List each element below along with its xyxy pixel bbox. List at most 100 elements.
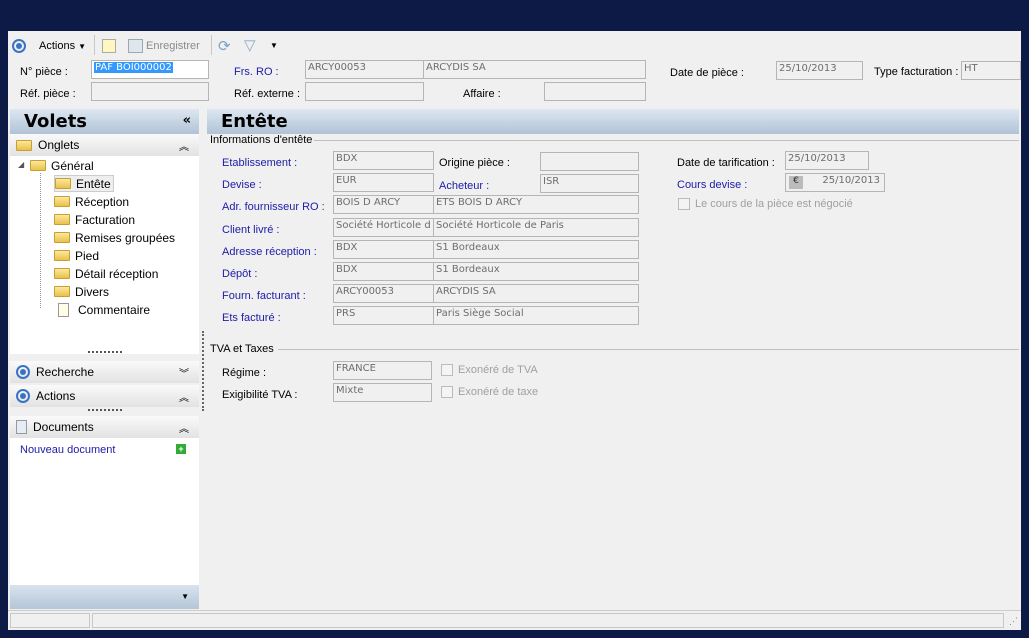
actions-panel-label: Actions xyxy=(36,389,76,403)
tree-item-remises[interactable]: Remises groupées xyxy=(54,229,175,246)
recherche-label: Recherche xyxy=(36,365,95,379)
filter-icon[interactable]: ▽ xyxy=(244,36,256,54)
tree-item-general[interactable]: Général xyxy=(30,157,94,174)
vertical-splitter[interactable] xyxy=(202,331,204,411)
chevron-up-icon[interactable]: ︽ xyxy=(179,389,189,404)
chevron-up-icon[interactable]: ︽ xyxy=(179,420,189,435)
documents-label: Documents xyxy=(33,420,94,434)
refresh-icon[interactable]: ⟳ xyxy=(218,37,231,55)
row-label[interactable]: Devise : xyxy=(222,179,262,191)
sidebar-footer: ▼ xyxy=(10,585,199,609)
exo-tva-checkbox[interactable]: Exonéré de TVA xyxy=(441,364,538,376)
onglets-section[interactable]: Onglets ︽ xyxy=(10,134,199,156)
row-label[interactable]: Adresse réception : xyxy=(222,246,317,258)
row-name-field[interactable]: ARCYDIS SA xyxy=(433,284,639,304)
save-label: Enregistrer xyxy=(146,40,200,52)
row-label[interactable]: Ets facturé : xyxy=(222,312,281,324)
origine-field[interactable] xyxy=(540,152,639,171)
folder-icon xyxy=(16,139,32,151)
row-label[interactable]: Adr. fournisseur RO : xyxy=(222,201,325,213)
folder-icon xyxy=(30,160,46,171)
row-code-field[interactable]: PRS xyxy=(333,306,434,326)
cours-label[interactable]: Cours devise : xyxy=(677,179,747,191)
actions-section[interactable]: Actions ︽ xyxy=(10,385,199,407)
actions-menu[interactable]: Actions ▼ xyxy=(12,36,86,56)
collapse-icon[interactable]: « xyxy=(183,113,191,128)
exo-taxe-checkbox[interactable]: Exonéré de taxe xyxy=(441,386,538,398)
acheteur-label[interactable]: Acheteur : xyxy=(439,180,489,192)
onglets-label: Onglets xyxy=(38,138,80,152)
dropdown-arrow-icon: ▼ xyxy=(78,41,86,51)
num-piece-label: N° pièce : xyxy=(20,66,68,78)
num-piece-field[interactable]: PAF BOI000002 xyxy=(91,60,209,79)
tree-label: Entête xyxy=(76,176,111,191)
splitter[interactable] xyxy=(88,351,122,353)
documents-panel: Nouveau document + xyxy=(10,438,199,585)
chevron-down-icon[interactable]: ︾ xyxy=(179,365,189,380)
sidebar-title: Volets xyxy=(24,111,88,132)
row-name-field[interactable]: Paris Siège Social xyxy=(433,306,639,326)
chevron-up-icon[interactable]: ︽ xyxy=(179,138,189,153)
row-label[interactable]: Etablissement : xyxy=(222,157,297,169)
actions-panel-icon xyxy=(16,389,30,403)
exig-field[interactable]: Mixte xyxy=(333,383,432,402)
cours-value: 25/10/2013 xyxy=(822,175,880,186)
row-code-field[interactable]: Société Horticole d xyxy=(333,217,434,237)
tree-label: Réception xyxy=(75,194,130,209)
group-header-tva: TVA et Taxes xyxy=(210,343,274,355)
date-tarif-field[interactable]: 25/10/2013 xyxy=(785,151,869,170)
app-icon xyxy=(12,39,26,53)
row-code-field[interactable]: EUR xyxy=(333,173,434,193)
recherche-section[interactable]: Recherche ︾ xyxy=(10,361,199,383)
exo-taxe-label: Exonéré de taxe xyxy=(458,386,539,398)
row-code-field[interactable]: BOIS D ARCY xyxy=(333,195,434,215)
folder-icon xyxy=(54,268,70,279)
new-document-link[interactable]: Nouveau document xyxy=(20,444,115,456)
acheteur-field[interactable]: ISR xyxy=(540,174,639,193)
row-code-field[interactable]: ARCY00053 xyxy=(333,284,434,304)
row-code-field[interactable]: BDX xyxy=(333,239,434,259)
frs-code-field[interactable]: ARCY00053 xyxy=(305,60,424,79)
tree-label: Détail réception xyxy=(75,266,159,281)
splitter[interactable] xyxy=(88,409,122,411)
tree-item-detail[interactable]: Détail réception xyxy=(54,265,158,282)
negocie-checkbox[interactable]: Le cours de la pièce est négocié xyxy=(678,198,853,210)
save-button[interactable]: Enregistrer xyxy=(128,36,200,56)
row-name-field[interactable]: ETS BOIS D ARCY xyxy=(433,195,639,215)
euro-icon[interactable]: € xyxy=(789,176,803,189)
tree-item-pied[interactable]: Pied xyxy=(54,247,99,264)
tree-item-commentaire[interactable]: Commentaire xyxy=(58,301,150,318)
tree-item-facturation[interactable]: Facturation xyxy=(54,211,135,228)
affaire-field[interactable] xyxy=(544,82,646,101)
negocie-label: Le cours de la pièce est négocié xyxy=(695,198,853,210)
filter-dropdown-icon[interactable]: ▼ xyxy=(270,41,278,50)
ref-ext-field[interactable] xyxy=(305,82,424,101)
dropdown-arrow-icon[interactable]: ▼ xyxy=(181,592,189,601)
ref-ext-label: Réf. externe : xyxy=(234,88,301,100)
row-code-field[interactable]: BDX xyxy=(333,262,434,281)
date-field[interactable]: 25/10/2013 xyxy=(776,61,863,80)
regime-field[interactable]: FRANCE xyxy=(333,361,432,380)
row-label[interactable]: Client livré : xyxy=(222,224,279,236)
row-code-field[interactable]: BDX xyxy=(333,151,434,170)
row-name-field[interactable]: S1 Bordeaux xyxy=(433,239,639,259)
cours-field[interactable]: €25/10/2013 xyxy=(785,173,885,192)
new-icon[interactable] xyxy=(102,39,116,53)
expand-icon[interactable]: ◢ xyxy=(18,160,24,169)
frs-label[interactable]: Frs. RO : xyxy=(234,66,279,78)
row-name-field[interactable]: S1 Bordeaux xyxy=(433,262,639,281)
frs-name-field[interactable]: ARCYDIS SA xyxy=(423,60,646,79)
row-label[interactable]: Dépôt : xyxy=(222,268,257,280)
documents-section[interactable]: Documents ︽ xyxy=(10,416,199,438)
row-label[interactable]: Fourn. facturant : xyxy=(222,290,306,302)
tree-item-entete[interactable]: Entête xyxy=(54,175,114,192)
folder-open-icon xyxy=(55,178,71,189)
tree-item-divers[interactable]: Divers xyxy=(54,283,109,300)
type-field[interactable]: HT xyxy=(961,61,1021,80)
regime-label: Régime : xyxy=(222,367,267,379)
tree-item-reception[interactable]: Réception xyxy=(54,193,129,210)
ref-piece-field[interactable] xyxy=(91,82,209,101)
add-icon[interactable]: + xyxy=(176,444,186,454)
resize-grip-icon[interactable]: ⋰ xyxy=(1009,616,1018,627)
row-name-field[interactable]: Société Horticole de Paris xyxy=(433,217,639,237)
